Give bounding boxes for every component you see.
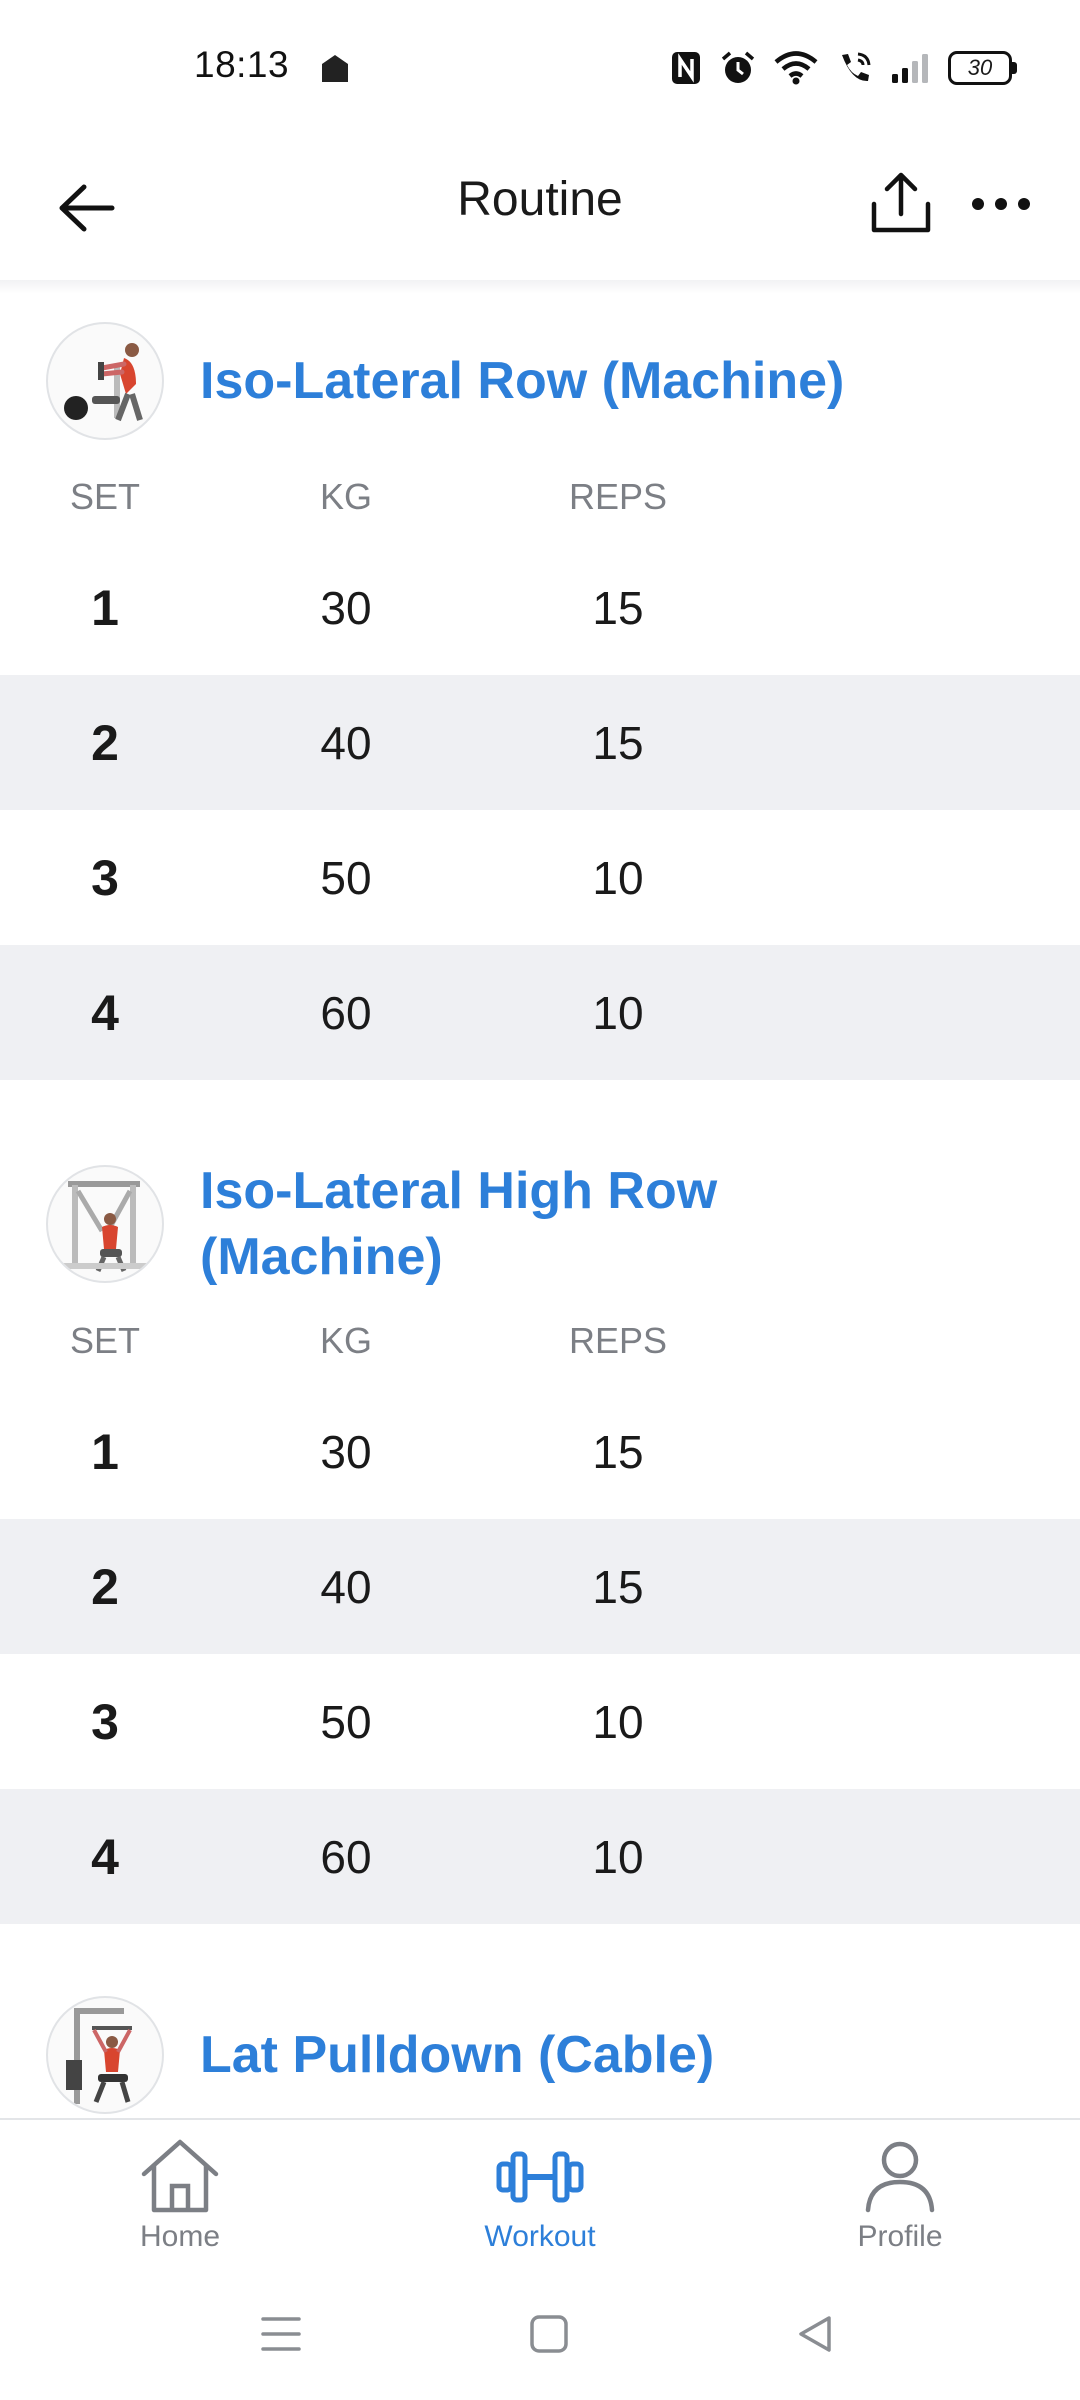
sets-table-header: SET KG REPS <box>0 1298 1080 1384</box>
kg-column-header: KG <box>319 476 372 517</box>
set-row: 4 60 10 <box>0 945 1080 1080</box>
set-row: 3 50 10 <box>0 1654 1080 1789</box>
nav-profile-label: Profile <box>857 2220 943 2253</box>
home-system-button[interactable] <box>514 2308 584 2360</box>
set-weight: 30 <box>320 1425 372 1478</box>
header-divider <box>0 280 1080 294</box>
battery-icon: 30 <box>948 51 1017 85</box>
set-row: 3 50 10 <box>0 810 1080 945</box>
alarm-icon <box>721 51 755 83</box>
sets-table-header: SET KG REPS <box>0 454 1080 540</box>
person-icon <box>865 2141 935 2213</box>
exercise-title[interactable]: Iso-Lateral High Row (Machine) <box>200 1158 717 1290</box>
set-weight: 50 <box>320 1695 372 1748</box>
reps-column-header: REPS <box>568 1320 668 1361</box>
system-navigation-bar <box>0 2268 1080 2400</box>
set-reps: 10 <box>592 851 644 904</box>
home-icon <box>141 2139 219 2213</box>
set-row: 2 40 15 <box>0 1519 1080 1654</box>
set-weight: 50 <box>320 851 372 904</box>
set-number: 4 <box>91 1828 119 1885</box>
exercise-illustration <box>64 343 143 422</box>
set-number: 3 <box>91 1693 119 1750</box>
set-reps: 15 <box>592 1560 644 1613</box>
notification-icon <box>322 55 348 82</box>
set-number: 2 <box>91 714 119 771</box>
set-row: 1 30 15 <box>0 540 1080 675</box>
share-icon <box>871 172 931 233</box>
set-column-header: SET <box>69 1320 140 1361</box>
status-time: 18:13 <box>194 44 290 85</box>
routine-content[interactable]: Iso-Lateral Row (Machine) SET KG REPS 1 … <box>0 294 1080 2118</box>
set-reps: 15 <box>592 581 644 634</box>
exercise-title[interactable]: Iso-Lateral Row (Machine) <box>200 348 844 414</box>
square-icon <box>530 2315 568 2353</box>
set-number: 4 <box>91 984 119 1041</box>
exercise-title-line1: Iso-Lateral High Row <box>200 1162 718 1220</box>
exercise-title-line2: (Machine) <box>200 1228 443 1286</box>
status-bar: 18:13 30 <box>0 0 1080 140</box>
triangle-back-icon <box>799 2316 831 2352</box>
exercise-card: Iso-Lateral High Row (Machine) SET KG RE… <box>0 1080 1080 1924</box>
battery-level: 30 <box>967 55 993 80</box>
bottom-navigation: Home Workout Profile <box>0 2118 1080 2270</box>
nav-workout[interactable]: Workout <box>420 2138 660 2268</box>
nav-home[interactable]: Home <box>60 2138 300 2268</box>
exercise-title[interactable]: Lat Pulldown (Cable) <box>200 2022 714 2088</box>
exercise-card: Lat Pulldown (Cable) <box>0 1924 1080 2114</box>
more-horizontal-icon <box>972 198 1030 210</box>
nav-workout-label: Workout <box>484 2220 596 2253</box>
wifi-calling-icon <box>842 52 871 82</box>
set-row: 2 40 15 <box>0 675 1080 810</box>
more-options-button[interactable] <box>958 164 1044 244</box>
set-number: 1 <box>91 579 119 636</box>
set-number: 1 <box>91 1423 119 1480</box>
set-row: 1 30 15 <box>0 1384 1080 1519</box>
menu-lines-icon <box>261 2317 301 2351</box>
exercise-illustration <box>66 2008 132 2104</box>
set-weight: 40 <box>320 716 372 769</box>
status-icons: 30 <box>670 46 1017 90</box>
exercise-header[interactable]: Lat Pulldown (Cable) <box>0 1924 1080 2114</box>
set-number: 2 <box>91 1558 119 1615</box>
signal-icon <box>892 54 928 83</box>
dumbbell-icon <box>496 2151 584 2203</box>
app-header: Routine <box>0 140 1080 280</box>
set-weight: 40 <box>320 1560 372 1613</box>
set-reps: 15 <box>592 716 644 769</box>
nav-home-label: Home <box>139 2220 221 2253</box>
set-number: 3 <box>91 849 119 906</box>
back-system-button[interactable] <box>780 2308 850 2360</box>
exercise-thumbnail <box>46 1165 164 1283</box>
set-weight: 30 <box>320 581 372 634</box>
reps-column-header: REPS <box>568 476 668 517</box>
exercise-card: Iso-Lateral Row (Machine) SET KG REPS 1 … <box>0 294 1080 1080</box>
exercise-thumbnail <box>46 322 164 440</box>
set-reps: 10 <box>592 1830 644 1883</box>
set-weight: 60 <box>320 986 372 1039</box>
set-reps: 10 <box>592 986 644 1039</box>
wifi-icon <box>774 51 818 85</box>
share-button[interactable] <box>858 160 944 246</box>
set-column-header: SET <box>69 476 140 517</box>
set-reps: 10 <box>592 1695 644 1748</box>
set-weight: 60 <box>320 1830 372 1883</box>
nav-profile[interactable]: Profile <box>780 2138 1020 2268</box>
exercise-illustration <box>62 1181 148 1272</box>
exercise-thumbnail <box>46 1996 164 2114</box>
set-row: 4 60 10 <box>0 1789 1080 1924</box>
kg-column-header: KG <box>319 1320 372 1361</box>
exercise-header[interactable]: Iso-Lateral High Row (Machine) <box>0 1080 1080 1290</box>
exercise-header[interactable]: Iso-Lateral Row (Machine) <box>0 294 1080 440</box>
recents-button[interactable] <box>246 2308 316 2360</box>
set-reps: 15 <box>592 1425 644 1478</box>
nfc-icon <box>672 52 700 84</box>
